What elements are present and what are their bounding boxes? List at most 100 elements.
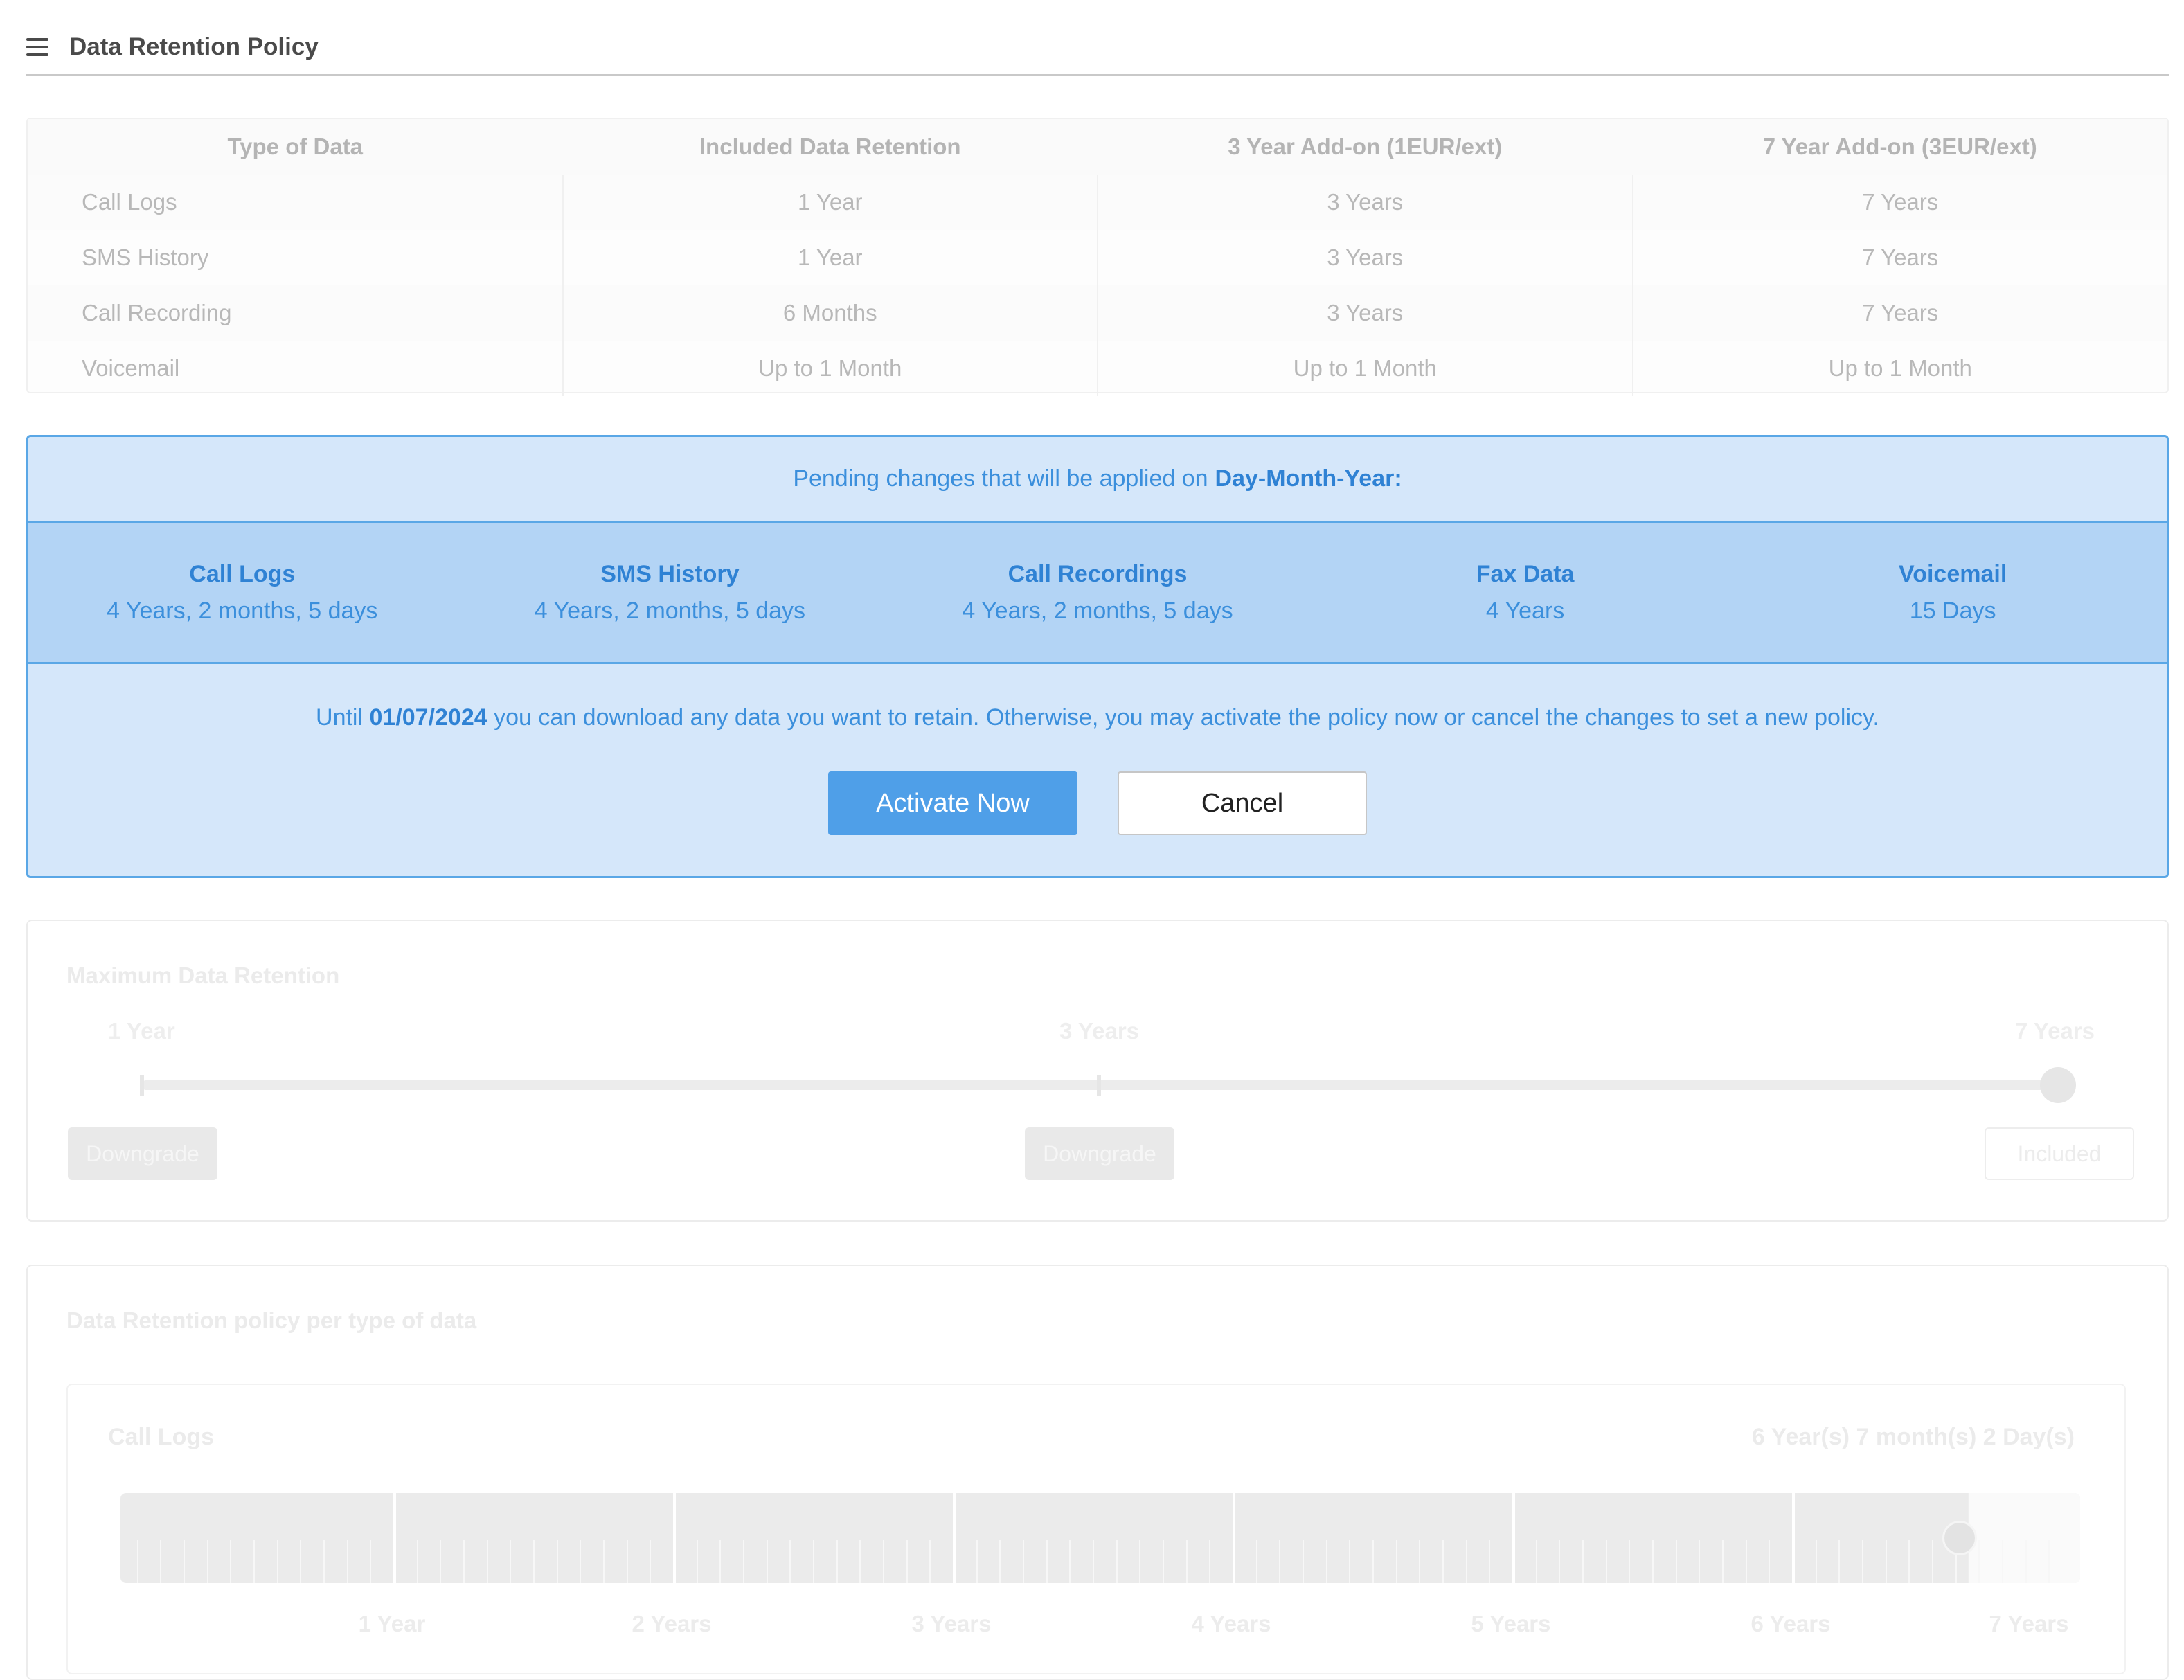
column-header: 3 Year Add-on (1EUR/ext) [1098,119,1633,175]
pending-item-label: Call Logs [189,560,296,587]
downgrade-button[interactable]: Downgrade [1025,1127,1174,1180]
timeline-month-tick [1559,1540,1561,1583]
table-cell: Up to 1 Month [1828,355,1972,381]
call-logs-retention: Call Logs 6 Year(s) 7 month(s) 2 Day(s) … [66,1384,2126,1674]
cancel-button[interactable]: Cancel [1118,771,1367,835]
menu-icon[interactable] [26,37,48,56]
slider-tick [1097,1075,1101,1096]
timeline-month-tick [1442,1540,1444,1583]
timeline-month-tick [1069,1540,1071,1583]
column-header: 7 Year Add-on (3EUR/ext) [1632,119,2167,175]
slider-handle[interactable] [2040,1067,2076,1103]
table-cell: 3 Years [1098,175,1633,230]
pending-note: Until 01/07/2024 you can download any da… [28,704,2167,731]
timeline-month-tick [1325,1540,1327,1583]
timeline-month-tick [603,1540,605,1583]
pending-item-fax-data: Fax Data 4 Years [1312,561,1739,625]
timeline-month-tick [323,1540,325,1583]
timeline-month-tick [743,1540,744,1583]
pending-header-date: Day-Month-Year: [1215,465,1402,492]
timeline-month-tick [1046,1540,1048,1583]
timeline-month-tick [1932,1540,1933,1583]
pending-note-date: 01/07/2024 [369,704,487,731]
timeline-month-tick [1349,1540,1351,1583]
timeline-month-tick [1093,1540,1094,1583]
pending-item-voicemail: Voicemail 15 Days [1739,561,2167,625]
timeline-month-tick [2025,1540,2027,1583]
column-header: Included Data Retention [562,119,1098,175]
timeline-month-tick [2048,1540,2050,1583]
timeline-month-tick [1023,1540,1024,1583]
level-label: 7 Years [2015,1018,2095,1044]
level-label: 3 Years [1059,1018,1140,1044]
timeline-month-tick [1419,1540,1421,1583]
timeline-month-tick [813,1540,814,1583]
downgrade-button[interactable]: Downgrade [68,1127,217,1180]
timeline-month-tick [1605,1540,1607,1583]
table-row: Call Recording 6 Months 3 Years 7 Years [28,285,2167,341]
per-type-card: Data Retention policy per type of data C… [26,1265,2169,1680]
table-row: SMS History 1 Year 3 Years 7 Years [28,230,2167,285]
timeline-month-tick [136,1540,138,1583]
axis-label: 4 Years [1191,1611,1271,1636]
timeline-month-tick [276,1540,278,1583]
call-logs-value: 6 Year(s) 7 month(s) 2 Day(s) [1751,1424,2075,1450]
pending-item-label: Fax Data [1476,560,1575,587]
timeline-month-tick [184,1540,185,1583]
table-cell: 1 Year [562,175,1098,230]
timeline-month-tick [1862,1540,1863,1583]
max-retention-card: Maximum Data Retention 1 Year 3 Years 7 … [26,920,2169,1222]
timeline-month-tick [1745,1540,1747,1583]
timeline-month-tick [789,1540,791,1583]
included-button: Included [1985,1127,2134,1180]
timeline-month-tick [1815,1540,1817,1583]
call-logs-timeline-slider[interactable] [120,1493,2080,1583]
timeline-month-tick [1675,1540,1677,1583]
column-header: Type of Data [28,119,563,175]
timeline-month-tick [416,1540,418,1583]
pending-header: Pending changes that will be applied on … [28,437,2167,523]
pending-item-call-logs: Call Logs 4 Years, 2 months, 5 days [28,561,456,625]
table-cell: Up to 1 Month [1098,341,1633,396]
table-cell: 6 Months [562,285,1098,341]
axis-label: 7 Years [1989,1611,2069,1636]
timeline-month-tick [1185,1540,1188,1583]
timeline-year-separator [1792,1493,1795,1583]
timeline-year-separator [953,1493,956,1583]
timeline-month-tick [346,1540,348,1583]
page-header: Data Retention Policy [26,19,2169,76]
timeline-month-tick [836,1540,838,1583]
timeline-month-tick [253,1540,255,1583]
pending-item-label: Call Recordings [1008,560,1188,587]
timeline-month-tick [370,1540,372,1583]
page-title: Data Retention Policy [69,33,319,60]
timeline-month-tick [1582,1540,1584,1583]
timeline-month-tick [1629,1540,1631,1583]
pending-item-sms-history: SMS History 4 Years, 2 months, 5 days [456,561,884,625]
timeline-month-tick [1372,1540,1374,1583]
timeline-month-tick [1395,1540,1397,1583]
timeline-month-tick [650,1540,652,1583]
pending-item-value: 4 Years, 2 months, 5 days [962,597,1233,624]
timeline-month-tick [300,1540,302,1583]
timeline-month-tick [533,1540,535,1583]
activate-now-button[interactable]: Activate Now [828,771,1077,835]
timeline-month-tick [1885,1540,1887,1583]
axis-label: 2 Years [632,1611,712,1636]
timeline-month-tick [976,1540,978,1583]
timeline-month-tick [160,1540,162,1583]
timeline-month-tick [999,1540,1001,1583]
timeline-month-tick [463,1540,465,1583]
pending-changes-panel: Pending changes that will be applied on … [26,435,2169,878]
pending-note-prefix: Until [316,704,364,731]
timeline-month-tick [1303,1540,1304,1583]
axis-label: 6 Years [1751,1611,1831,1636]
timeline-month-tick [1978,1540,1980,1583]
per-type-title: Data Retention policy per type of data [66,1307,477,1333]
axis-label: 1 Year [358,1611,426,1636]
pending-item-call-recordings: Call Recordings 4 Years, 2 months, 5 day… [884,561,1312,625]
table-cell: Voicemail [28,341,564,396]
timeline-month-tick [1699,1540,1701,1583]
timeline-month-tick [1163,1540,1164,1583]
table-cell: 7 Years [1862,244,1939,270]
